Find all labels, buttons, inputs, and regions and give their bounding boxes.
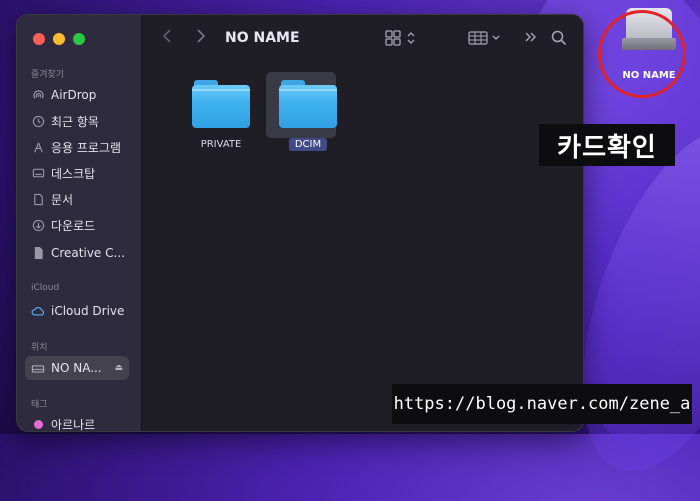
clock-icon <box>31 114 45 128</box>
zoom-button[interactable] <box>73 33 85 45</box>
drive-icon <box>31 361 45 375</box>
close-button[interactable] <box>33 33 45 45</box>
sidebar-item-no-name[interactable]: NO NA... ⏏ <box>25 356 129 380</box>
sidebar-item-label: NO NA... <box>51 361 102 375</box>
sidebar-item-label: 응용 프로그램 <box>51 140 122 155</box>
sidebar-item-downloads[interactable]: 다운로드 <box>31 214 139 236</box>
sidebar: 즐겨찾기 AirDrop 최근 항목 응용 프로그램 데스크탑 문서 다운로드 … <box>17 15 142 431</box>
section-favorites: 즐겨찾기 <box>31 70 65 80</box>
tag-dot-icon <box>31 417 45 431</box>
folder-icon <box>279 80 337 128</box>
window-title: NO NAME <box>225 30 300 46</box>
sidebar-item-airdrop[interactable]: AirDrop <box>31 84 139 106</box>
sidebar-item-icloud-drive[interactable]: iCloud Drive <box>31 300 139 322</box>
file-icon <box>31 246 45 260</box>
sidebar-item-label: 다운로드 <box>51 218 96 233</box>
sidebar-item-creative-cloud[interactable]: Creative C... <box>31 242 139 264</box>
airdrop-icon <box>31 88 45 102</box>
main-content: NO NAME PRIVATE DCIM <box>142 15 583 431</box>
sidebar-item-label: 최근 항목 <box>51 114 99 129</box>
desktop-icon <box>31 166 45 180</box>
section-locations: 위치 <box>31 343 48 353</box>
document-icon <box>31 192 45 206</box>
annotation-caption: 카드확인 <box>539 124 675 166</box>
icon-view-button[interactable] <box>385 30 419 50</box>
sidebar-item-label: iCloud Drive <box>51 304 125 318</box>
finder-window: 즐겨찾기 AirDrop 최근 항목 응용 프로그램 데스크탑 문서 다운로드 … <box>16 14 584 432</box>
section-tags: 태그 <box>31 400 48 410</box>
sidebar-item-desktop[interactable]: 데스크탑 <box>31 162 139 184</box>
sidebar-item-label: AirDrop <box>51 88 97 102</box>
sidebar-item-label: 문서 <box>51 192 74 207</box>
chevron-left-icon[interactable] <box>162 28 172 48</box>
sidebar-item-label: 아르나르 <box>51 417 96 432</box>
section-icloud: iCloud <box>31 283 60 293</box>
chevron-right-icon[interactable] <box>196 28 206 48</box>
folder-name: PRIVATE <box>200 139 242 150</box>
toolbar: NO NAME <box>142 15 583 63</box>
folder-icon <box>192 80 250 128</box>
minimize-button[interactable] <box>53 33 65 45</box>
group-button[interactable] <box>468 30 504 50</box>
more-toolbar-icon[interactable] <box>524 30 538 48</box>
sidebar-item-label: Creative C... <box>51 246 125 260</box>
search-icon[interactable] <box>551 30 567 50</box>
sidebar-item-tag[interactable]: 아르나르 <box>31 413 139 432</box>
sidebar-item-recents[interactable]: 최근 항목 <box>31 110 139 132</box>
folder-name: DCIM <box>288 138 328 151</box>
cloud-icon <box>31 304 45 318</box>
window-controls <box>33 33 85 45</box>
folder-item-private[interactable]: PRIVATE <box>179 80 263 151</box>
sidebar-item-label: 데스크탑 <box>51 166 96 181</box>
eject-icon[interactable]: ⏏ <box>114 363 123 373</box>
download-icon <box>31 218 45 232</box>
sidebar-item-documents[interactable]: 문서 <box>31 188 139 210</box>
sidebar-item-applications[interactable]: 응용 프로그램 <box>31 136 139 158</box>
apps-icon <box>31 140 45 154</box>
folder-item-dcim[interactable]: DCIM <box>266 72 350 151</box>
blog-watermark: https://blog.naver.com/zene_a <box>392 384 692 424</box>
